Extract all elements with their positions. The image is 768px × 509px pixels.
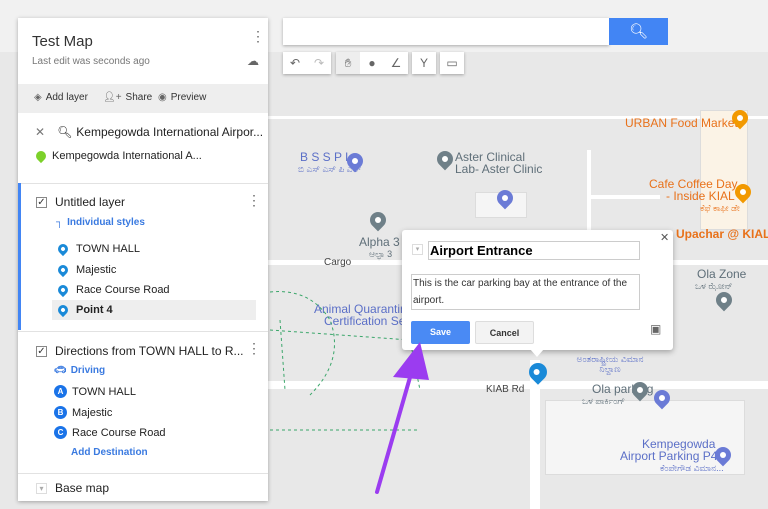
map-label-cargo: Cargo [324, 257, 352, 268]
mode-label: Driving [70, 365, 106, 376]
map-search-input[interactable] [283, 18, 609, 45]
map-label-aster-2: Lab- Aster Clinic [455, 162, 543, 176]
close-search-icon[interactable]: ✕ [35, 125, 45, 139]
paint-roller-icon: ┐ [56, 217, 64, 228]
ruler-icon[interactable]: ▭ [440, 52, 464, 74]
marker-icon [55, 302, 71, 318]
list-item[interactable]: TOWN HALL [55, 241, 140, 257]
stop-label: TOWN HALL [72, 385, 136, 398]
stop-c-icon: C [54, 426, 67, 439]
search-result-query[interactable]: Kempegowda International Airpor... [76, 125, 263, 139]
add-layer-button[interactable]: ◈ Add layer [34, 92, 88, 103]
add-layer-label: Add layer [45, 92, 88, 103]
map-label-upachar[interactable]: Upachar @ KIAL [676, 227, 768, 241]
car-icon: 🚗︎ [54, 365, 67, 376]
annotation-arrow [375, 342, 429, 494]
stop-b-icon: B [54, 406, 67, 419]
marker-icon [55, 262, 71, 278]
close-icon[interactable]: ✕ [660, 231, 669, 244]
layer-visibility-checkbox[interactable]: ✓ [36, 345, 47, 357]
feature-description-input[interactable]: This is the car parking bay at the entra… [411, 274, 640, 310]
map-label-bsspl[interactable]: B S S P L [300, 150, 352, 164]
place-pin-icon[interactable] [433, 147, 457, 171]
list-item-selected[interactable]: Point 4 [55, 302, 113, 318]
pan-hand-icon[interactable]: ✋︎ [336, 52, 360, 74]
add-person-icon: 👤︎+ [103, 92, 122, 103]
more-options-icon[interactable]: ⋮ [251, 29, 265, 43]
map-label-p4-kn: ಕೆಂಪೇಗೌಡ ವಿಮಾನ... [660, 463, 724, 473]
share-label: Share [125, 92, 153, 103]
eye-icon: ◉ [158, 92, 167, 103]
map-label-olazone[interactable]: Ola Zone [697, 267, 746, 281]
map-label-kiab: KIAB Rd [486, 384, 525, 395]
cancel-button[interactable]: Cancel [475, 321, 534, 344]
style-label: Individual styles [67, 217, 145, 228]
list-item[interactable]: B Majestic [54, 406, 112, 419]
stop-label: Majestic [72, 406, 113, 419]
share-button[interactable]: 👤︎+ Share [103, 92, 152, 103]
edit-feature-popup: ✕ ▾ Airport Entrance This is the car par… [402, 230, 673, 357]
active-layer-indicator [18, 183, 21, 330]
directions-icon[interactable]: Y [412, 52, 436, 74]
draw-line-icon[interactable]: ∠ [384, 52, 408, 74]
map-label-p4-2: Airport Parking P4 [620, 449, 718, 463]
list-item[interactable]: Race Course Road [55, 282, 170, 298]
last-edit-status: Last edit was seconds ago [32, 56, 150, 67]
directions-layer-title[interactable]: Directions from TOWN HALL to R... [55, 344, 244, 358]
redo-icon[interactable]: ↷ [307, 52, 331, 74]
layer-title[interactable]: Untitled layer [55, 195, 125, 209]
add-marker-icon[interactable]: ● [360, 52, 384, 74]
green-pin-icon [33, 148, 49, 164]
style-dropdown-icon[interactable]: ▾ [412, 244, 423, 255]
map-label-ccd-2: - Inside KIAL [666, 189, 735, 203]
individual-styles-link[interactable]: ┐ Individual styles [56, 217, 145, 228]
list-item[interactable]: C Race Course Road [54, 426, 166, 439]
chevron-down-icon: ▾ [36, 482, 47, 494]
item-label: Majestic [76, 264, 117, 276]
add-destination-link[interactable]: Add Destination [71, 447, 148, 458]
place-pin-icon[interactable] [712, 288, 736, 312]
item-label: Race Course Road [76, 284, 170, 296]
layer-options-icon[interactable]: ⋮ [247, 193, 261, 207]
map-label-urban[interactable]: URBAN Food Market [625, 116, 738, 130]
base-map-label: Base map [55, 481, 110, 495]
stop-label: Race Course Road [72, 426, 166, 439]
layer-visibility-checkbox[interactable]: ✓ [36, 196, 47, 208]
layer-options-icon[interactable]: ⋮ [247, 341, 261, 355]
marker-icon [55, 241, 71, 257]
map-sidebar: Test Map ⋮ Last edit was seconds ago ☁︎ … [18, 18, 268, 501]
search-button[interactable]: 🔍︎ [609, 18, 668, 45]
map-label-olazone-kn: ಒಳ ಝೋನ್ [695, 281, 733, 291]
stop-a-icon: A [54, 385, 67, 398]
feature-title-input[interactable]: Airport Entrance [428, 241, 640, 260]
base-map-toggle[interactable]: ▾ Base map [36, 481, 109, 495]
search-icon: 🔍︎ [628, 23, 649, 40]
search-icon: 🔍︎ [57, 125, 73, 139]
map-label-olaparking-kn: ಒಳ ಪಾರ್ಕಿಂಗ್ [582, 396, 626, 406]
preview-button[interactable]: ◉ Preview [158, 92, 206, 103]
list-item[interactable]: Majestic [55, 262, 117, 278]
map-label-alpha-kn: ಆಲ್ಫಾ 3 [369, 249, 393, 259]
item-label: TOWN HALL [76, 243, 140, 255]
item-label: Point 4 [76, 304, 113, 316]
undo-icon[interactable]: ↶ [283, 52, 307, 74]
layers-icon: ◈ [34, 92, 42, 103]
camera-icon[interactable]: ▣ [650, 322, 661, 336]
map-label-alpha[interactable]: Alpha 3 [359, 235, 400, 249]
driving-mode-link[interactable]: 🚗︎ Driving [54, 365, 105, 376]
place-pin-icon[interactable] [366, 208, 390, 232]
preview-label: Preview [170, 92, 207, 103]
map-label-ccd-kn: ಕೆಫೆ ಕಾಫೀ ಡೇ [700, 203, 740, 213]
map-title[interactable]: Test Map [32, 33, 93, 50]
map-label-airport-kn: ಅಂತರಾಷ್ಟ್ರೀಯ ವಿಮಾನ ನಿಲ್ದಾಣ [576, 354, 644, 374]
list-item[interactable]: A TOWN HALL [54, 385, 136, 398]
marker-icon [55, 282, 71, 298]
search-result-place[interactable]: Kempegowda International A... [52, 150, 202, 162]
cloud-saved-icon: ☁︎ [247, 54, 259, 68]
